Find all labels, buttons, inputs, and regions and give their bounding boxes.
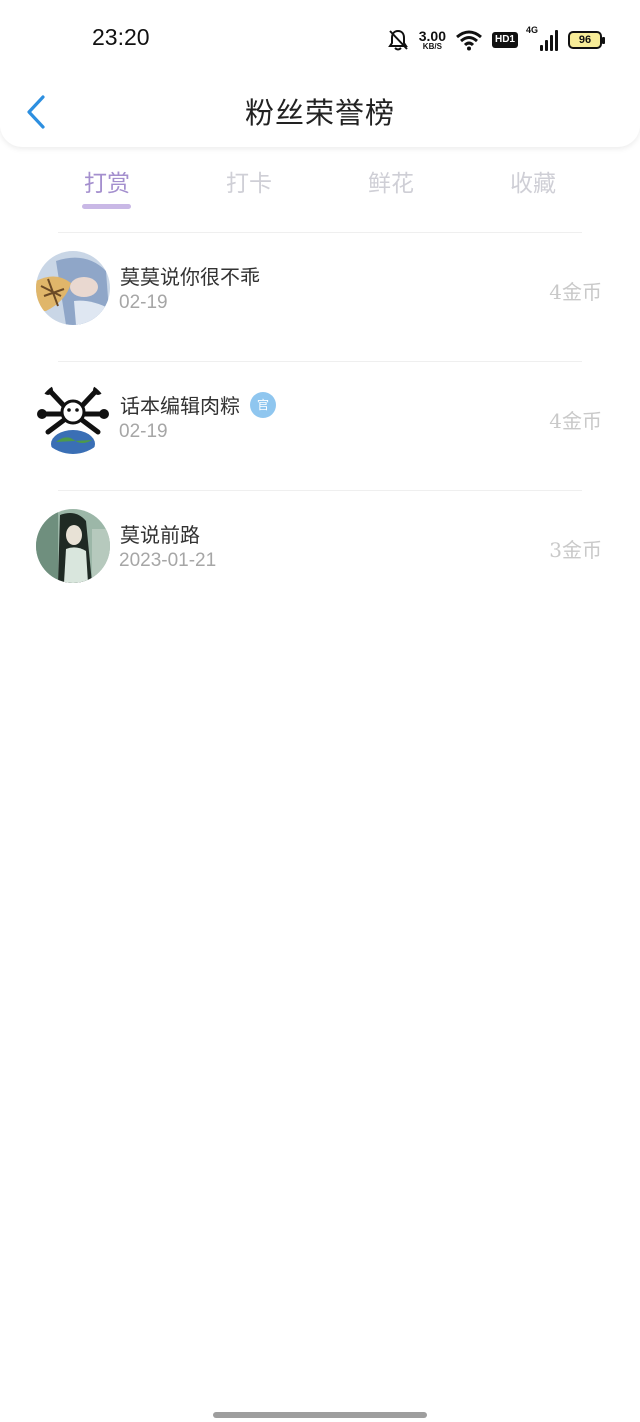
fan-date: 2023-01-21 (119, 550, 217, 571)
network-speed-unit: KB/S (422, 42, 442, 51)
avatar[interactable] (36, 251, 110, 325)
reward-amount: 3金币 (549, 538, 602, 562)
fan-name: 莫说前路 (120, 519, 200, 548)
fan-name-text: 莫莫说你很不乖 (120, 265, 260, 289)
hd-icon: HD1 (491, 32, 518, 48)
network-speed: 3.00 KB/S (419, 29, 446, 51)
battery-icon: 96 (568, 31, 605, 49)
avatar-photo (36, 509, 110, 583)
battery-level: 96 (578, 34, 592, 46)
signal-bar (545, 40, 548, 51)
page-title: 粉丝荣誉榜 (244, 96, 395, 130)
tab-reward[interactable]: 打赏 (57, 164, 157, 198)
reward-amount: 4金币 (549, 409, 602, 433)
list-item[interactable]: 莫说前路 2023-01-21 3金币 (0, 491, 640, 619)
list-item[interactable]: 莫莫说你很不乖 02-19 4金币 (0, 233, 640, 361)
signal-label: 4G (526, 25, 539, 35)
tab-favorites[interactable]: 收藏 (483, 164, 583, 198)
avatar-photo (36, 380, 110, 454)
header-card: 23:20 3.00 KB/S HD1 4G 96 粉丝荣誉榜 (0, 0, 640, 147)
fan-name-text: 话本编辑肉粽 (120, 394, 240, 418)
status-icons: 3.00 KB/S HD1 4G 96 (387, 24, 605, 56)
bell-muted-icon (387, 29, 408, 51)
avatar-photo (36, 251, 110, 325)
network-speed-value: 3.00 (418, 28, 446, 44)
tab-flowers[interactable]: 鲜花 (341, 164, 441, 198)
fan-name-text: 莫说前路 (120, 523, 200, 547)
fan-name: 莫莫说你很不乖 (120, 261, 260, 290)
signal-bar (550, 35, 553, 51)
fan-honor-screen: 23:20 3.00 KB/S HD1 4G 96 粉丝荣誉榜 打赏 打卡 鲜花… (0, 0, 640, 1422)
tab-active-indicator (82, 204, 131, 209)
fan-date: 02-19 (119, 421, 168, 442)
signal-icon: 4G (526, 25, 558, 51)
status-time: 23:20 (92, 24, 150, 50)
fan-list: 莫莫说你很不乖 02-19 4金币 话本编辑肉粽 官 02-19 4金币 莫说前… (0, 232, 640, 619)
avatar[interactable] (36, 509, 110, 583)
home-indicator[interactable] (213, 1412, 427, 1418)
wifi-icon (456, 30, 482, 51)
tab-checkin[interactable]: 打卡 (199, 164, 299, 198)
list-item[interactable]: 话本编辑肉粽 官 02-19 4金币 (0, 362, 640, 490)
reward-amount: 4金币 (549, 280, 602, 304)
avatar[interactable] (36, 380, 110, 454)
fan-date: 02-19 (119, 292, 168, 313)
official-badge-icon: 官 (250, 391, 276, 418)
status-bar: 23:20 3.00 KB/S HD1 4G 96 (0, 0, 640, 80)
fan-name: 话本编辑肉粽 官 (120, 390, 276, 419)
signal-bar (540, 45, 543, 51)
signal-bar (555, 30, 558, 51)
